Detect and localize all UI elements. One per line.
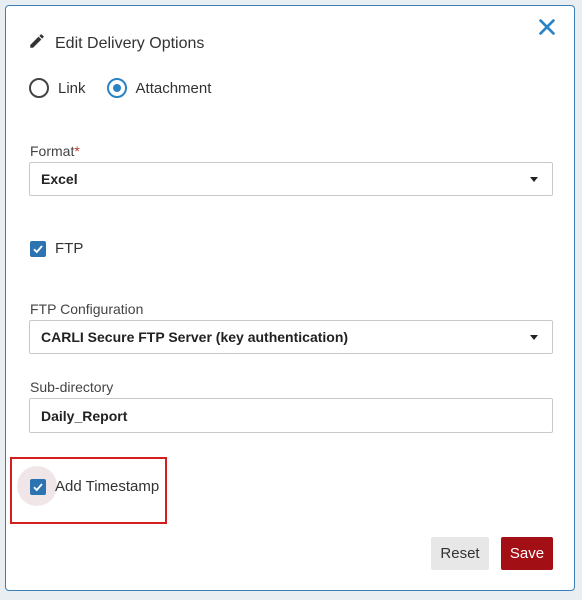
format-label-text: Format xyxy=(30,143,75,159)
dialog-title: Edit Delivery Options xyxy=(55,34,205,52)
link-radio[interactable] xyxy=(29,78,49,98)
ftp-configuration-label: FTP Configuration xyxy=(30,301,144,317)
close-button[interactable] xyxy=(536,16,558,38)
format-select[interactable]: Excel xyxy=(29,162,553,196)
required-marker: * xyxy=(74,143,80,159)
dialog-header: Edit Delivery Options xyxy=(28,32,204,55)
ftp-configuration-select[interactable]: CARLI Secure FTP Server (key authenticat… xyxy=(29,320,553,354)
highlight-box xyxy=(10,457,167,524)
close-icon xyxy=(536,19,558,42)
sub-directory-label: Sub-directory xyxy=(30,379,114,395)
format-label: Format* xyxy=(30,143,80,159)
ftp-checkbox[interactable] xyxy=(30,240,46,257)
save-button[interactable]: Save xyxy=(501,537,553,570)
attachment-radio[interactable] xyxy=(106,78,127,98)
pencil-icon xyxy=(28,32,46,55)
edit-delivery-options-dialog: Edit Delivery Options Link Attachment Fo… xyxy=(5,5,575,591)
format-select-value: Excel xyxy=(41,171,78,187)
ftp-configuration-select-value: CARLI Secure FTP Server (key authenticat… xyxy=(41,329,349,345)
sub-directory-input[interactable] xyxy=(29,398,553,433)
caret-down-icon xyxy=(530,176,538,182)
ftp-checkbox-row: FTP xyxy=(30,240,83,257)
reset-button[interactable]: Reset xyxy=(431,537,489,570)
link-radio-label[interactable]: Link xyxy=(58,80,86,97)
delivery-method-radio-group: Link Attachment xyxy=(29,78,211,98)
caret-down-icon xyxy=(530,334,538,340)
attachment-radio-label[interactable]: Attachment xyxy=(136,80,212,97)
ftp-checkbox-label[interactable]: FTP xyxy=(55,240,83,257)
